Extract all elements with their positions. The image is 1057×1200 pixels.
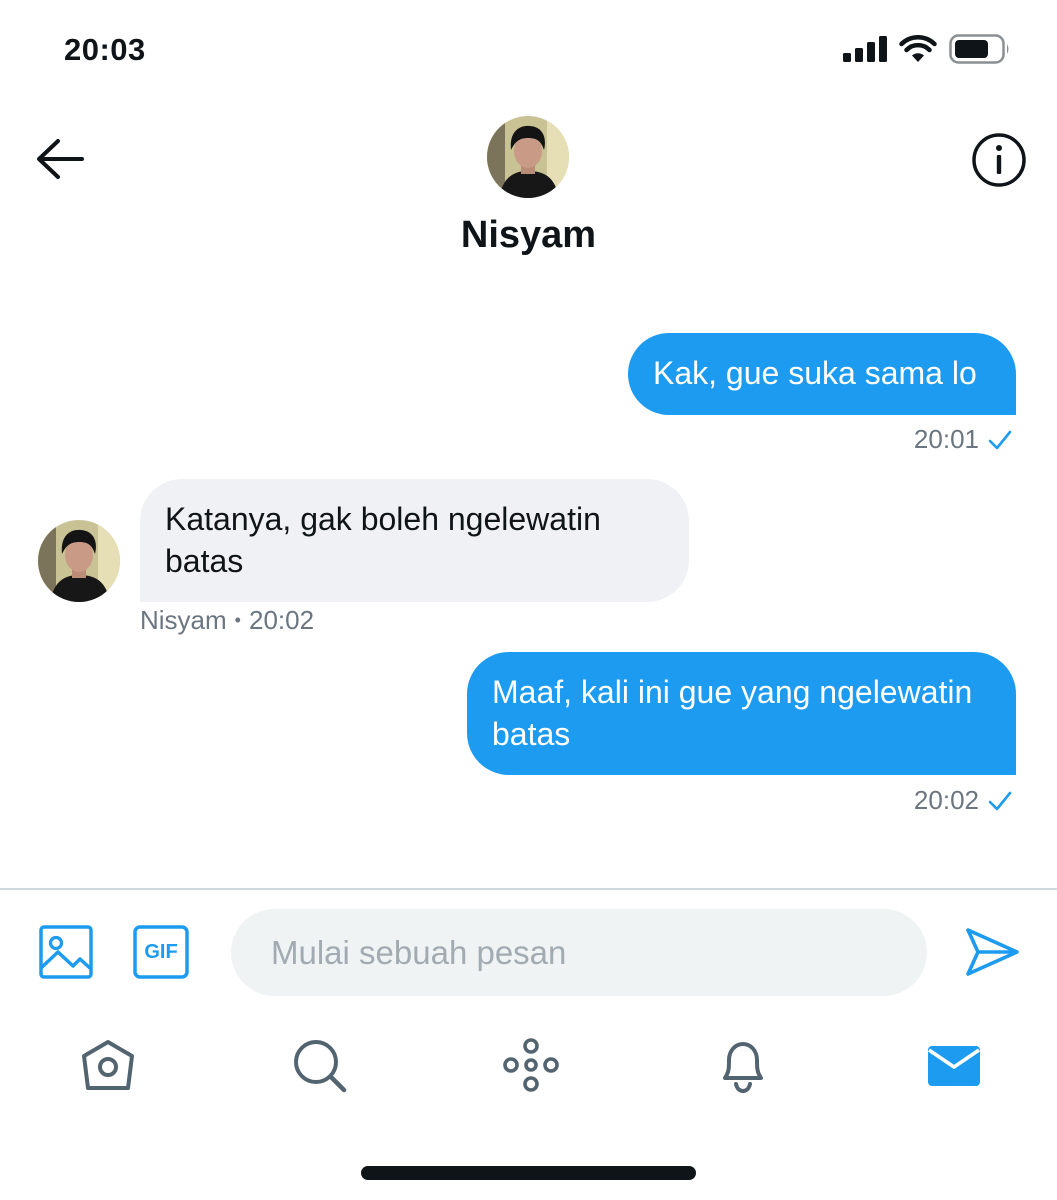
message-text: Maaf, kali ini gue yang ngelewatin batas: [492, 674, 973, 752]
home-indicator[interactable]: [361, 1166, 696, 1180]
info-circle-icon: [971, 132, 1027, 188]
cellular-signal-icon: [843, 36, 887, 62]
message-bubble-outgoing[interactable]: Maaf, kali ini gue yang ngelewatin batas: [467, 652, 1016, 775]
image-icon: [38, 924, 94, 980]
tab-notifications[interactable]: [711, 1034, 775, 1098]
wifi-icon: [899, 35, 937, 63]
status-icons: [843, 34, 1011, 64]
checkmark-icon: [987, 789, 1013, 813]
sender-avatar[interactable]: [38, 520, 120, 602]
message-input[interactable]: [231, 909, 927, 996]
spaces-icon: [499, 1034, 563, 1098]
gif-label: GIF: [144, 941, 178, 963]
tab-spaces[interactable]: [499, 1034, 563, 1098]
message-time: 20:02: [913, 785, 979, 815]
status-time: 20:03: [64, 32, 146, 67]
back-button[interactable]: [34, 136, 86, 182]
message-bubble-incoming[interactable]: Katanya, gak boleh ngelewatin batas: [140, 479, 689, 602]
contact-name[interactable]: Nisyam: [0, 214, 1057, 257]
message-text: Katanya, gak boleh ngelewatin batas: [165, 501, 601, 579]
message-bubble-outgoing[interactable]: Kak, gue suka sama lo: [628, 333, 1016, 415]
contact-avatar[interactable]: [487, 116, 569, 198]
checkmark-icon: [987, 428, 1013, 452]
message-meta: Nisyam • 20:02: [140, 605, 314, 636]
tab-messages[interactable]: [922, 1034, 986, 1098]
add-image-button[interactable]: [38, 924, 94, 980]
arrow-left-icon: [34, 136, 86, 182]
message-text: Kak, gue suka sama lo: [653, 355, 977, 391]
composer-divider: [0, 888, 1057, 890]
message-meta: 20:02: [914, 785, 1013, 816]
battery-icon: [949, 34, 1011, 64]
message-sender: Nisyam: [140, 605, 227, 635]
home-icon: [76, 1034, 140, 1098]
send-icon: [962, 922, 1022, 982]
search-icon: [288, 1034, 352, 1098]
messages-envelope-icon: [922, 1034, 986, 1098]
conversation-info-button[interactable]: [971, 132, 1027, 188]
dm-conversation-screen: 20:03 Nisyam Kak, gue suka sama lo 20:01…: [0, 0, 1057, 1200]
message-meta: 20:01: [914, 424, 1013, 455]
gif-icon: GIF: [132, 924, 190, 980]
notifications-bell-icon: [711, 1034, 775, 1098]
message-time: 20:02: [248, 605, 315, 635]
tab-search[interactable]: [288, 1034, 352, 1098]
tab-home[interactable]: [76, 1034, 140, 1098]
add-gif-button[interactable]: GIF: [132, 924, 190, 980]
message-time: 20:01: [913, 424, 979, 454]
send-button[interactable]: [962, 922, 1022, 982]
meta-separator: •: [234, 610, 241, 630]
